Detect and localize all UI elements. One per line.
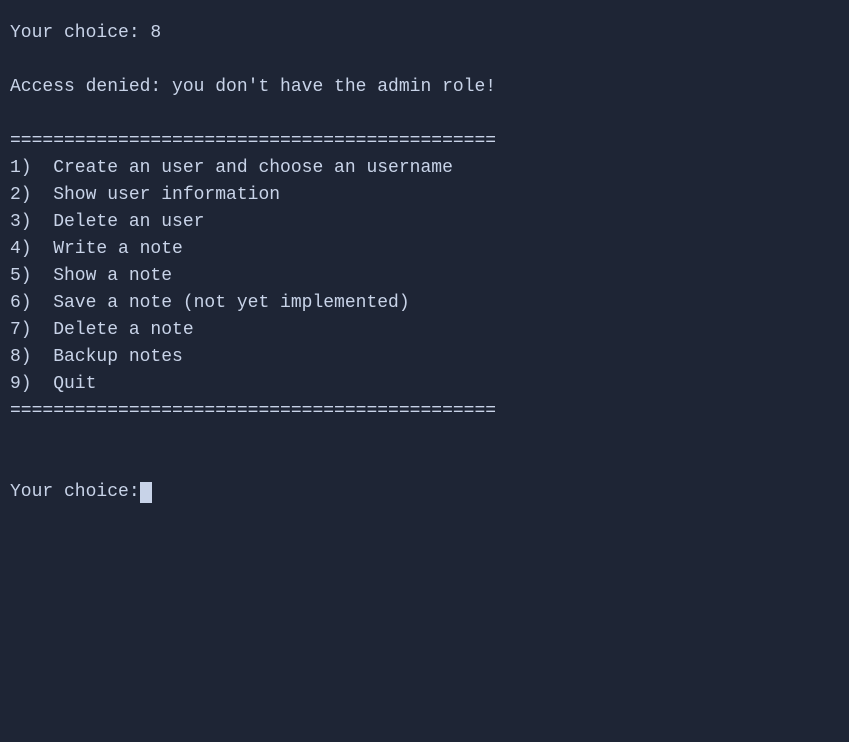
menu-item-7: 7) Delete a note [10, 317, 839, 344]
separator-bottom: ========================================… [10, 398, 839, 425]
input-prompt-line: Your choice: [10, 479, 839, 506]
access-denied-line: Access denied: you don't have the admin … [10, 74, 839, 101]
menu-item-6: 6) Save a note (not yet implemented) [10, 290, 839, 317]
menu-item-1: 1) Create an user and choose an username [10, 155, 839, 182]
empty-line-2 [10, 101, 839, 128]
menu-item-4: 4) Write a note [10, 236, 839, 263]
menu-item-3: 3) Delete an user [10, 209, 839, 236]
menu-item-5: 5) Show a note [10, 263, 839, 290]
menu-item-8: 8) Backup notes [10, 344, 839, 371]
empty-line-4 [10, 452, 839, 479]
menu-item-9: 9) Quit [10, 371, 839, 398]
menu-item-2: 2) Show user information [10, 182, 839, 209]
empty-line-1 [10, 47, 839, 74]
choice-echo-line: Your choice: 8 [10, 20, 839, 47]
separator-top: ========================================… [10, 128, 839, 155]
prompt-label: Your choice: [10, 479, 140, 506]
empty-line-3 [10, 425, 839, 452]
terminal-cursor [140, 482, 152, 503]
terminal-window: Your choice: 8 Access denied: you don't … [10, 20, 839, 506]
